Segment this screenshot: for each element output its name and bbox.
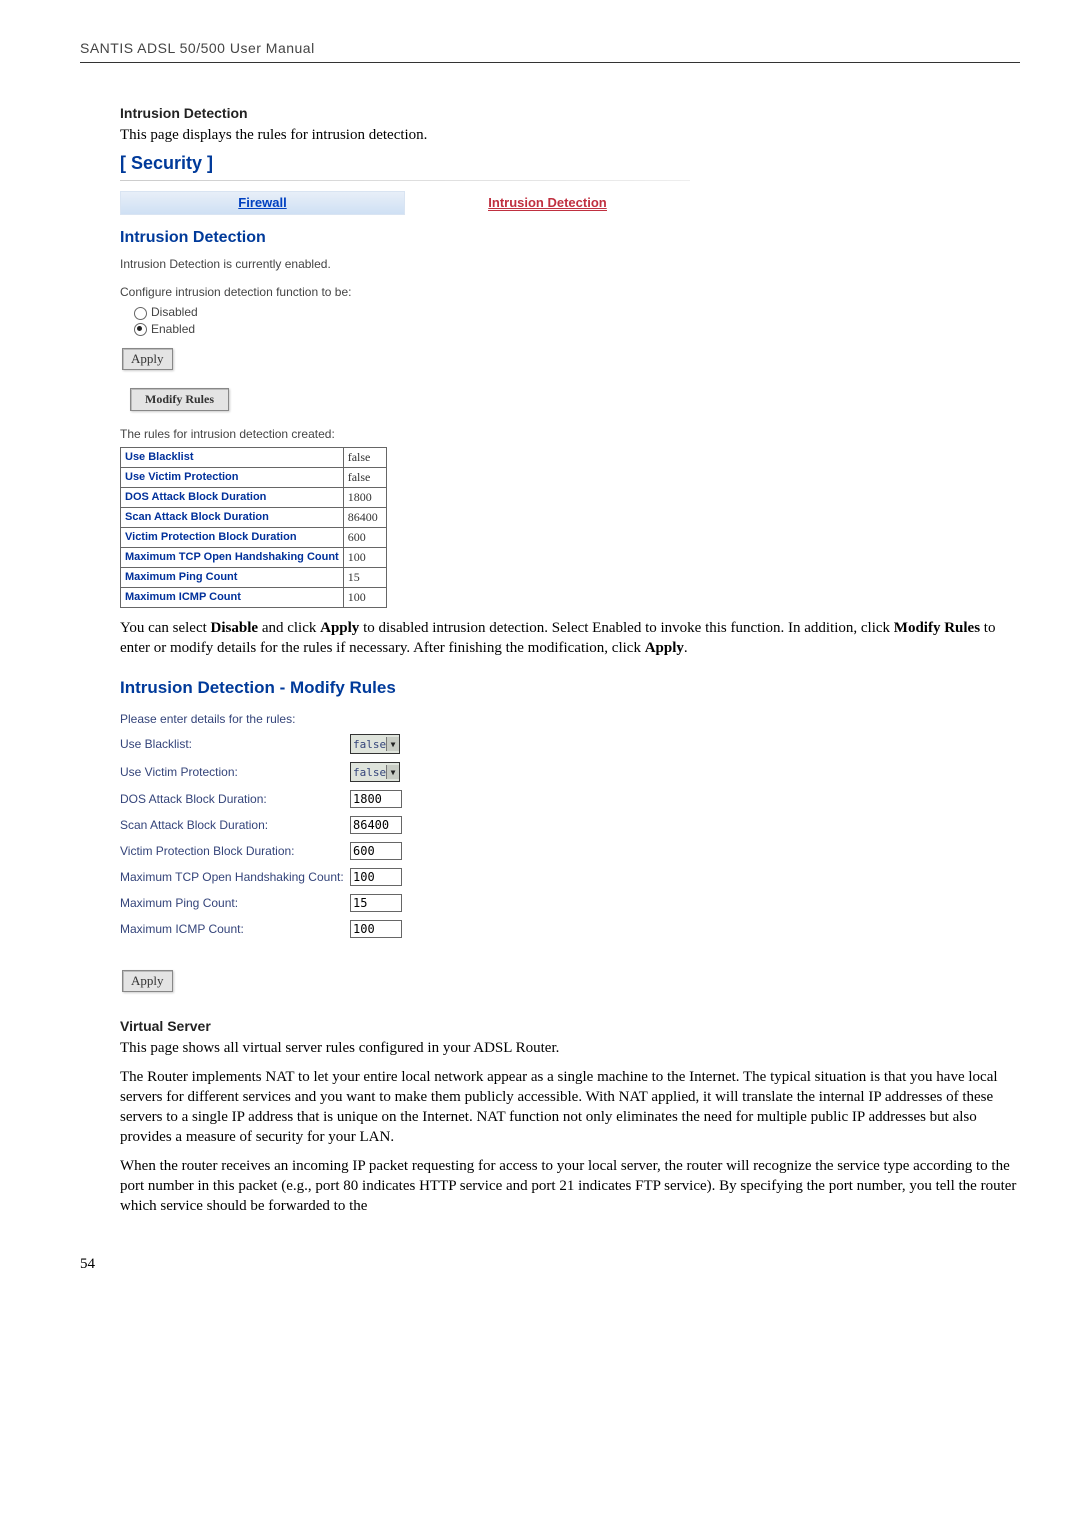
rules-table: Use BlacklistfalseUse Victim Protectionf… [120,447,387,608]
vs-desc: This page shows all virtual server rules… [120,1038,1020,1058]
radio-enabled[interactable]: Enabled [134,322,1020,336]
rule-label: DOS Attack Block Duration [121,487,344,507]
form-row: Use Blacklist:false▼ [120,734,1020,754]
form-select[interactable]: false▼ [350,734,400,754]
form-input[interactable] [350,790,402,808]
apply-button-modify[interactable]: Apply [122,970,173,992]
form-label: Use Blacklist: [120,737,350,751]
form-row: Use Victim Protection:false▼ [120,762,1020,782]
running-head: SANTIS ADSL 50/500 User Manual [80,40,1020,63]
rule-value: 100 [343,547,386,567]
form-row: Scan Attack Block Duration: [120,816,1020,834]
tab-row: Firewall Intrusion Detection [120,191,690,215]
form-row: Maximum ICMP Count: [120,920,1020,938]
page-number: 54 [80,1256,1020,1273]
rule-label: Scan Attack Block Duration [121,507,344,527]
form-label: DOS Attack Block Duration: [120,792,350,806]
chevron-down-icon: ▼ [386,737,399,751]
form-row: Maximum Ping Count: [120,894,1020,912]
tab-intrusion-label: Intrusion Detection [488,195,606,211]
table-row: Victim Protection Block Duration600 [121,527,387,547]
chevron-down-icon: ▼ [386,765,399,779]
rule-label: Use Blacklist [121,447,344,467]
table-row: DOS Attack Block Duration1800 [121,487,387,507]
vs-paragraph-2: The Router implements NAT to let your en… [120,1067,1020,1148]
divider [120,180,690,181]
form-row: Maximum TCP Open Handshaking Count: [120,868,1020,886]
form-input[interactable] [350,894,402,912]
select-value: false [353,738,386,751]
select-value: false [353,766,386,779]
form-label: Maximum Ping Count: [120,896,350,910]
form-row: DOS Attack Block Duration: [120,790,1020,808]
modify-intro: Please enter details for the rules: [120,712,1020,726]
status-text: Intrusion Detection is currently enabled… [120,257,1020,271]
radio-enabled-label: Enabled [151,322,195,336]
form-input[interactable] [350,920,402,938]
rule-value: false [343,467,386,487]
radio-icon [134,307,147,320]
tab-firewall[interactable]: Firewall [120,191,405,215]
rule-label: Maximum ICMP Count [121,587,344,607]
rule-value: 86400 [343,507,386,527]
section-desc-intrusion: This page displays the rules for intrusi… [120,125,1020,145]
paragraph-after-rules: You can select Disable and click Apply t… [120,618,1020,659]
rule-value: 1800 [343,487,386,507]
form-label: Victim Protection Block Duration: [120,844,350,858]
section-title-intrusion: Intrusion Detection [120,105,1020,121]
rule-label: Use Victim Protection [121,467,344,487]
radio-icon [134,323,147,336]
form-label: Scan Attack Block Duration: [120,818,350,832]
tab-intrusion-detection[interactable]: Intrusion Detection [405,191,690,215]
ui-heading-security: [ Security ] [120,153,1020,174]
configure-label: Configure intrusion detection function t… [120,285,1020,299]
table-row: Maximum ICMP Count100 [121,587,387,607]
ui-panel-modify-rules: Intrusion Detection - Modify Rules Pleas… [120,678,1020,1000]
ui-subheading: Intrusion Detection [120,229,1020,247]
form-input[interactable] [350,842,402,860]
radio-disabled[interactable]: Disabled [134,305,1020,319]
apply-button[interactable]: Apply [122,348,173,370]
rule-value: 600 [343,527,386,547]
rule-value: false [343,447,386,467]
form-row: Victim Protection Block Duration: [120,842,1020,860]
table-row: Maximum Ping Count15 [121,567,387,587]
table-row: Maximum TCP Open Handshaking Count100 [121,547,387,567]
rule-label: Maximum TCP Open Handshaking Count [121,547,344,567]
form-label: Use Victim Protection: [120,765,350,779]
vs-paragraph-3: When the router receives an incoming IP … [120,1156,1020,1217]
rule-value: 15 [343,567,386,587]
rules-caption: The rules for intrusion detection create… [120,427,1020,441]
rule-value: 100 [343,587,386,607]
rule-label: Victim Protection Block Duration [121,527,344,547]
modify-rules-heading: Intrusion Detection - Modify Rules [120,678,1020,698]
ui-panel-security: [ Security ] Firewall Intrusion Detectio… [120,153,1020,608]
form-label: Maximum TCP Open Handshaking Count: [120,870,350,884]
form-label: Maximum ICMP Count: [120,922,350,936]
table-row: Scan Attack Block Duration86400 [121,507,387,527]
table-row: Use Victim Protectionfalse [121,467,387,487]
form-input[interactable] [350,816,402,834]
section-title-virtual-server: Virtual Server [120,1018,1020,1034]
radio-disabled-label: Disabled [151,305,198,319]
form-input[interactable] [350,868,402,886]
modify-rules-button[interactable]: Modify Rules [130,388,229,411]
form-select[interactable]: false▼ [350,762,400,782]
table-row: Use Blacklistfalse [121,447,387,467]
rule-label: Maximum Ping Count [121,567,344,587]
